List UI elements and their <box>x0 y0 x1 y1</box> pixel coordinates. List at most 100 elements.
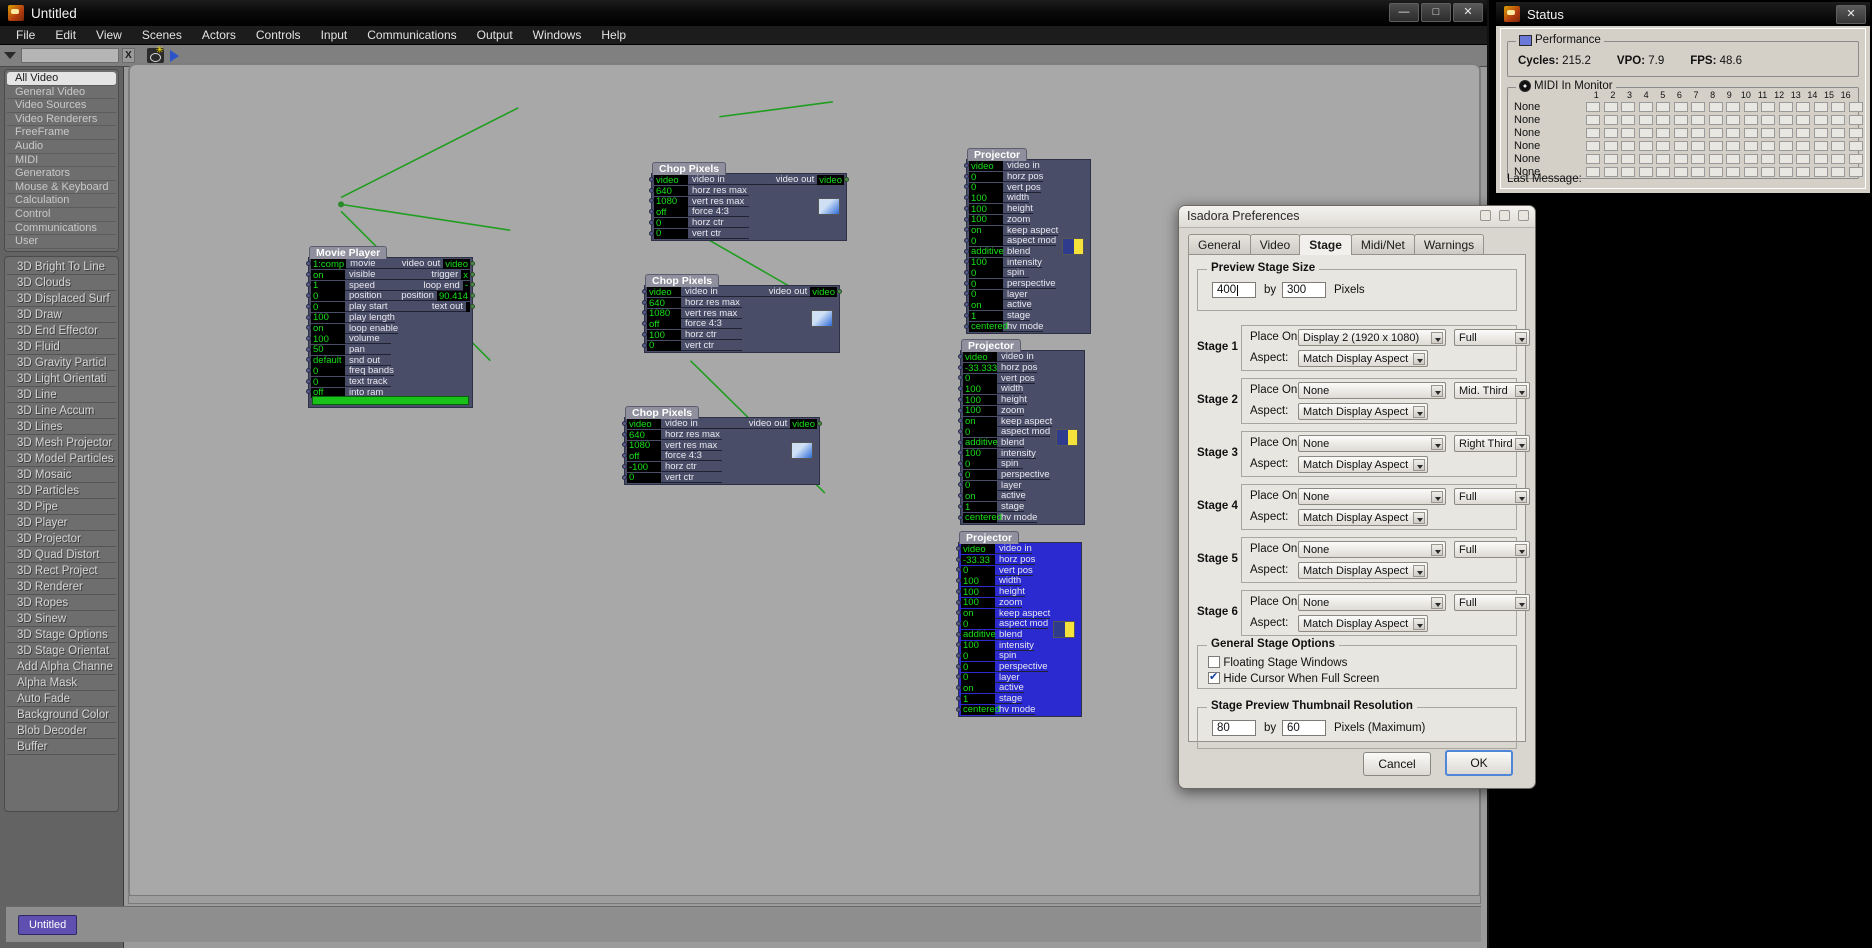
input-value[interactable]: 0 <box>961 672 995 683</box>
input-port-dot[interactable] <box>964 205 969 211</box>
chevron-down-icon[interactable] <box>1431 438 1443 450</box>
node-input-row[interactable]: 100 height <box>956 587 1025 598</box>
input-value[interactable]: on <box>961 608 995 619</box>
triangle-down-icon[interactable] <box>4 52 16 59</box>
input-port-dot[interactable] <box>958 503 963 509</box>
aspect-select-1[interactable]: Match Display Aspect <box>1298 350 1428 367</box>
input-value[interactable]: 100 <box>963 405 997 416</box>
tab-midi-net[interactable]: Midi/Net <box>1350 234 1415 255</box>
output-port-dot[interactable] <box>837 289 842 294</box>
input-port-dot[interactable] <box>622 431 627 437</box>
actor-item[interactable]: 3D Stage Orientat <box>7 643 116 659</box>
input-value[interactable]: 0 <box>654 228 688 239</box>
chevron-down-icon[interactable] <box>1515 332 1527 344</box>
input-port-dot[interactable] <box>649 230 654 236</box>
camera-icon[interactable] <box>147 45 164 63</box>
node-preview-thumbnail[interactable] <box>1053 620 1075 638</box>
input-value[interactable]: on <box>311 323 345 334</box>
hide-cursor-row[interactable]: Hide Cursor When Full Screen <box>1208 670 1379 685</box>
chevron-down-icon[interactable] <box>1431 332 1443 344</box>
thumbnail-width-input[interactable]: 80 <box>1212 720 1256 736</box>
menu-file[interactable]: File <box>6 28 45 42</box>
input-port-dot[interactable] <box>642 299 647 305</box>
input-port-dot[interactable] <box>622 463 627 469</box>
category-item-freeframe[interactable]: FreeFrame <box>7 126 116 140</box>
node-input-row[interactable]: 1 stage <box>964 311 1031 322</box>
input-value[interactable]: 0 <box>969 236 1003 247</box>
input-value[interactable]: 1 <box>963 502 997 513</box>
input-port-dot[interactable] <box>964 216 969 222</box>
menu-communications[interactable]: Communications <box>357 28 466 42</box>
category-item-audio[interactable]: Audio <box>7 140 116 154</box>
display-select-3[interactable]: None <box>1298 435 1446 452</box>
prefs-maximize-button[interactable] <box>1499 210 1510 221</box>
horizontal-scrollbar[interactable] <box>128 895 1481 904</box>
chevron-down-icon[interactable] <box>1413 406 1425 418</box>
input-value[interactable]: 1 <box>311 280 345 291</box>
node-output-row[interactable]: video out video <box>747 175 849 186</box>
node-input-row[interactable]: centered hv mode <box>956 704 1036 715</box>
actor-item[interactable]: 3D Model Particles <box>7 451 116 467</box>
chevron-down-icon[interactable] <box>1413 618 1425 630</box>
input-value[interactable]: additive <box>961 629 996 640</box>
node-output-row[interactable]: video out video <box>720 419 822 430</box>
menu-input[interactable]: Input <box>311 28 358 42</box>
menu-scenes[interactable]: Scenes <box>132 28 192 42</box>
chevron-down-icon[interactable] <box>1431 385 1443 397</box>
category-item-control[interactable]: Control <box>7 208 116 222</box>
menu-help[interactable]: Help <box>591 28 636 42</box>
input-port-dot[interactable] <box>964 237 969 243</box>
input-value[interactable]: 100 <box>961 587 995 598</box>
input-port-dot[interactable] <box>649 219 654 225</box>
actor-item[interactable]: 3D Mosaic <box>7 467 116 483</box>
input-value[interactable]: 100 <box>963 384 997 395</box>
input-port-dot[interactable] <box>964 323 969 329</box>
portion-select-5[interactable]: Full <box>1454 541 1530 558</box>
chevron-down-icon[interactable] <box>1515 491 1527 503</box>
input-value[interactable]: video <box>961 544 995 555</box>
input-value[interactable]: centered <box>969 321 1008 332</box>
category-item-video-renderers[interactable]: Video Renderers <box>7 113 116 127</box>
node-input-row[interactable]: 0 perspective <box>958 470 1050 481</box>
node-output-row[interactable]: trigger x <box>388 270 475 281</box>
input-port-dot[interactable] <box>306 368 311 373</box>
node-input-row[interactable]: -100 horz ctr <box>622 462 722 473</box>
input-port-dot[interactable] <box>642 331 647 337</box>
input-value[interactable]: 1080 <box>627 440 661 451</box>
input-value[interactable]: 100 <box>969 214 1003 225</box>
input-value[interactable]: -33.33 <box>961 555 995 566</box>
input-value[interactable]: centered <box>963 512 1002 523</box>
input-value[interactable]: off <box>627 451 661 462</box>
input-port-dot[interactable] <box>956 556 961 562</box>
output-port-dot[interactable] <box>470 282 475 288</box>
category-item-generators[interactable]: Generators <box>7 167 116 181</box>
actor-item[interactable]: 3D Sinew <box>7 611 116 627</box>
input-value[interactable]: video <box>969 161 1003 172</box>
input-value[interactable]: 640 <box>654 186 688 197</box>
node-input-row[interactable]: 0 horz pos <box>964 172 1044 183</box>
node-input-row[interactable]: additive blend <box>964 246 1031 257</box>
input-port-dot[interactable] <box>956 620 961 626</box>
input-value[interactable]: on <box>963 491 997 502</box>
input-port-dot[interactable] <box>306 378 311 384</box>
input-value[interactable]: video <box>654 175 688 186</box>
input-port-dot[interactable] <box>964 270 969 275</box>
maximize-button[interactable]: □ <box>1421 3 1451 22</box>
actor-item[interactable]: 3D Mesh Projector <box>7 435 116 451</box>
input-value[interactable]: 100 <box>647 330 681 341</box>
input-value[interactable]: 0 <box>961 619 995 630</box>
actor-item[interactable]: 3D Player <box>7 515 116 531</box>
input-value[interactable]: 1 <box>969 311 1003 322</box>
input-value[interactable]: 0 <box>961 662 995 673</box>
input-port-dot[interactable] <box>958 407 963 413</box>
output-port-dot[interactable] <box>817 421 822 426</box>
actor-item[interactable]: Background Color <box>7 707 116 723</box>
chevron-down-icon[interactable] <box>1413 565 1425 577</box>
input-value[interactable]: off <box>647 319 681 330</box>
input-port-dot[interactable] <box>306 303 311 309</box>
input-value[interactable]: 0 <box>963 373 997 384</box>
input-value[interactable]: -33.333 <box>963 363 997 374</box>
input-value[interactable]: 100 <box>961 640 995 651</box>
node-input-row[interactable]: 0 perspective <box>964 279 1056 290</box>
actor-item[interactable]: 3D Projector <box>7 531 116 547</box>
